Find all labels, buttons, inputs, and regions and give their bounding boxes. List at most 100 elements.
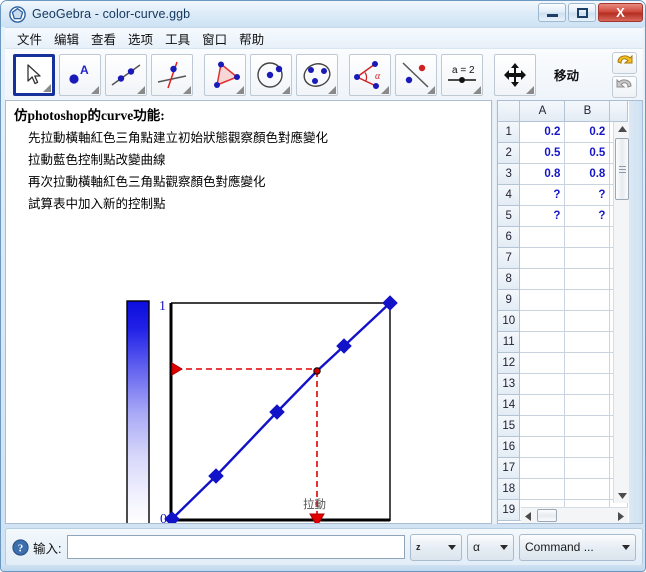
table-row[interactable]: 8 — [498, 269, 629, 290]
tool-dropdown-arrow-icon[interactable] — [236, 85, 244, 94]
row-header-10[interactable]: 10 — [498, 311, 521, 332]
tool-dropdown-arrow-icon[interactable] — [137, 85, 145, 94]
question-mark-help-icon[interactable]: ? — [12, 538, 29, 556]
cell-B6[interactable] — [565, 227, 611, 248]
row-header-16[interactable]: 16 — [498, 437, 521, 458]
menu-window[interactable]: 窗口 — [196, 27, 233, 50]
table-row[interactable]: 10 — [498, 311, 629, 332]
command-dropdown[interactable]: Command ... — [519, 533, 636, 561]
column-header-partial[interactable] — [610, 101, 628, 122]
table-row[interactable]: 13 — [498, 374, 629, 395]
table-row[interactable]: 12 — [498, 353, 629, 374]
scroll-left-arrow-icon[interactable] — [521, 508, 536, 523]
reflect-tool[interactable] — [395, 53, 437, 96]
cell-B1[interactable]: 0.2 — [565, 122, 611, 143]
row-header-6[interactable]: 6 — [498, 227, 521, 248]
cell-A18[interactable] — [520, 479, 566, 500]
row-header-4[interactable]: 4 — [498, 185, 521, 206]
column-header-a[interactable]: A — [520, 101, 566, 122]
tool-dropdown-arrow-icon[interactable] — [473, 85, 481, 94]
menu-file[interactable]: 文件 — [11, 27, 48, 50]
table-row[interactable]: 11 — [498, 332, 629, 353]
cell-B17[interactable] — [565, 458, 611, 479]
cell-B18[interactable] — [565, 479, 611, 500]
cell-B11[interactable] — [565, 332, 611, 353]
table-row[interactable]: 6 — [498, 227, 629, 248]
scroll-right-arrow-icon[interactable] — [613, 508, 628, 523]
point-tool[interactable]: A — [59, 53, 101, 96]
cell-B10[interactable] — [565, 311, 611, 332]
cell-A16[interactable] — [520, 437, 566, 458]
spreadsheet-grid[interactable]: A B 1 0.2 0.2 2 0.5 0.5 3 0.8 0.8 4?? 5?? 6 7 8 9 10 11 12 1… — [498, 101, 629, 521]
minimize-button[interactable] — [538, 3, 566, 22]
redo-button[interactable] — [612, 76, 637, 98]
slider-tool[interactable]: a = 2 — [441, 53, 483, 96]
input-field[interactable] — [67, 535, 405, 559]
row-header-15[interactable]: 15 — [498, 416, 521, 437]
cell-B12[interactable] — [565, 353, 611, 374]
column-header-b[interactable]: B — [565, 101, 611, 122]
row-header-11[interactable]: 11 — [498, 332, 521, 353]
table-row[interactable]: 7 — [498, 248, 629, 269]
cell-A5[interactable]: ? — [520, 206, 566, 227]
cell-A17[interactable] — [520, 458, 566, 479]
row-header-18[interactable]: 18 — [498, 479, 521, 500]
cell-B15[interactable] — [565, 416, 611, 437]
tracer-point[interactable] — [313, 367, 321, 375]
cell-A9[interactable] — [520, 290, 566, 311]
cell-A15[interactable] — [520, 416, 566, 437]
row-header-5[interactable]: 5 — [498, 206, 521, 227]
menu-view[interactable]: 查看 — [85, 27, 122, 50]
cell-B5[interactable]: ? — [565, 206, 611, 227]
angle-tool[interactable]: α — [349, 53, 391, 96]
cell-B13[interactable] — [565, 374, 611, 395]
row-header-1[interactable]: 1 — [498, 122, 521, 143]
exponent-dropdown[interactable]: z — [410, 533, 462, 561]
graphics-view[interactable]: 仿photoshop的curve功能: 先拉動橫軸紅色三角點建立初始狀態觀察顏色… — [5, 100, 492, 524]
cell-A3[interactable]: 0.8 — [520, 164, 566, 185]
undo-button[interactable] — [612, 52, 637, 74]
spreadsheet-corner-cell[interactable] — [498, 101, 521, 122]
spreadsheet-horizontal-scrollbar[interactable] — [521, 507, 628, 523]
move-view-tool[interactable] — [494, 53, 536, 96]
cell-A7[interactable] — [520, 248, 566, 269]
move-tool[interactable] — [13, 53, 55, 96]
cell-A6[interactable] — [520, 227, 566, 248]
menu-options[interactable]: 选项 — [122, 27, 159, 50]
table-row[interactable]: 15 — [498, 416, 629, 437]
cell-A8[interactable] — [520, 269, 566, 290]
tool-dropdown-arrow-icon[interactable] — [91, 85, 99, 94]
scroll-up-arrow-icon[interactable] — [614, 122, 630, 137]
cell-A14[interactable] — [520, 395, 566, 416]
cell-B4[interactable]: ? — [565, 185, 611, 206]
cell-B2[interactable]: 0.5 — [565, 143, 611, 164]
table-row[interactable]: 14 — [498, 395, 629, 416]
tool-dropdown-arrow-icon[interactable] — [183, 85, 191, 94]
tool-dropdown-arrow-icon[interactable] — [282, 85, 290, 94]
cell-A10[interactable] — [520, 311, 566, 332]
close-button[interactable]: X — [598, 3, 643, 22]
tool-dropdown-arrow-icon[interactable] — [381, 85, 389, 94]
line-tool[interactable] — [105, 53, 147, 96]
cell-A4[interactable]: ? — [520, 185, 566, 206]
table-row[interactable]: 5?? — [498, 206, 629, 227]
horizontal-scroll-thumb[interactable] — [537, 509, 557, 522]
curve-plot[interactable]: 0 1 1 拉動 — [6, 101, 492, 524]
row-header-9[interactable]: 9 — [498, 290, 521, 311]
cell-B7[interactable] — [565, 248, 611, 269]
tool-dropdown-arrow-icon[interactable] — [328, 85, 336, 94]
tool-dropdown-arrow-icon[interactable] — [427, 85, 435, 94]
row-header-8[interactable]: 8 — [498, 269, 521, 290]
tool-dropdown-arrow-icon[interactable] — [43, 83, 51, 92]
cell-A11[interactable] — [520, 332, 566, 353]
cell-B14[interactable] — [565, 395, 611, 416]
table-row[interactable]: 2 0.5 0.5 — [498, 143, 629, 164]
row-header-17[interactable]: 17 — [498, 458, 521, 479]
cell-A12[interactable] — [520, 353, 566, 374]
tool-dropdown-arrow-icon[interactable] — [526, 85, 534, 94]
table-row[interactable]: 16 — [498, 437, 629, 458]
row-header-19[interactable]: 19 — [498, 500, 521, 521]
cell-A13[interactable] — [520, 374, 566, 395]
perpendicular-line-tool[interactable] — [151, 53, 193, 96]
cell-A1[interactable]: 0.2 — [520, 122, 566, 143]
